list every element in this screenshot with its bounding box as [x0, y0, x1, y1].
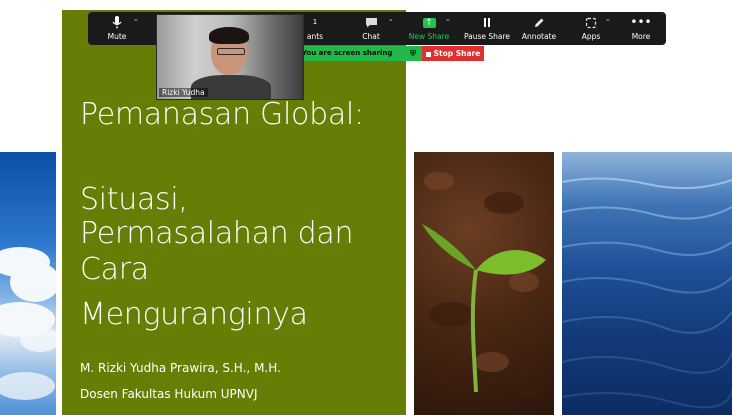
- sharing-text: You are screen sharing: [302, 49, 393, 57]
- stop-square-icon: [425, 51, 431, 57]
- participants-button[interactable]: 1 ants: [302, 12, 328, 45]
- shield-icon: ⛨: [410, 49, 416, 58]
- microphone-icon: [102, 12, 132, 32]
- chat-button[interactable]: Chat: [356, 12, 386, 45]
- slide-affiliation: Dosen Fakultas Hukum UPNVJ: [80, 387, 258, 401]
- stop-share-label: Stop Share: [433, 49, 481, 58]
- pause-share-label: Pause Share: [463, 32, 511, 41]
- apps-label: Apps: [581, 32, 601, 41]
- participant-name-label: Rizki Yudha: [159, 88, 208, 97]
- annotate-label: Annotate: [521, 32, 557, 41]
- participant-video-tile[interactable]: Rizki Yudha: [156, 14, 304, 100]
- pause-share-button[interactable]: Pause Share: [462, 12, 512, 45]
- share-options-chevron-icon[interactable]: ⌄: [445, 15, 451, 23]
- stop-share-button[interactable]: Stop Share: [422, 46, 484, 61]
- participants-label: ants: [306, 32, 324, 41]
- mute-button[interactable]: Mute: [102, 12, 132, 45]
- mute-options-chevron-icon[interactable]: ⌄: [133, 15, 139, 23]
- annotate-button[interactable]: Annotate: [520, 12, 558, 45]
- more-label: More: [631, 32, 651, 41]
- more-button[interactable]: ••• More: [626, 12, 656, 45]
- chat-icon: [356, 12, 386, 32]
- chat-options-chevron-icon[interactable]: ⌄: [388, 15, 394, 23]
- new-share-label: New Share: [408, 32, 450, 41]
- seedling-photo: [414, 152, 554, 415]
- slide-title-line-4: Cara: [80, 252, 149, 287]
- slide-author: M. Rizki Yudha Prawira, S.H., M.H.: [80, 361, 281, 375]
- slide-title-line-5: Menguranginya: [80, 297, 308, 332]
- sky-photo: [0, 152, 56, 415]
- pause-icon: [462, 12, 512, 32]
- apps-icon: [578, 12, 604, 32]
- presentation-slide: Pemanasan Global: Situasi, Permasalahan …: [0, 0, 732, 415]
- water-photo: [562, 152, 732, 415]
- screen-sharing-status-bar: You are screen sharing ⛨ Stop Share: [298, 46, 486, 61]
- apps-options-chevron-icon[interactable]: ⌄: [605, 15, 611, 23]
- chat-label: Chat: [362, 32, 380, 41]
- more-dots-icon: •••: [630, 15, 652, 29]
- seedling-sprout: [422, 224, 546, 393]
- participants-count: 1: [312, 18, 318, 26]
- slide-title-line-1: Pemanasan Global:: [80, 97, 364, 132]
- participant-hair: [209, 27, 249, 44]
- sharing-indicator[interactable]: You are screen sharing ⛨: [298, 46, 422, 61]
- participant-glasses: [217, 48, 245, 55]
- mute-label: Mute: [107, 32, 127, 41]
- slide-title-line-2: Situasi,: [80, 182, 188, 217]
- pencil-icon: [520, 12, 558, 32]
- slide-title-line-3: Permasalahan dan: [80, 216, 354, 251]
- apps-button[interactable]: Apps: [578, 12, 604, 45]
